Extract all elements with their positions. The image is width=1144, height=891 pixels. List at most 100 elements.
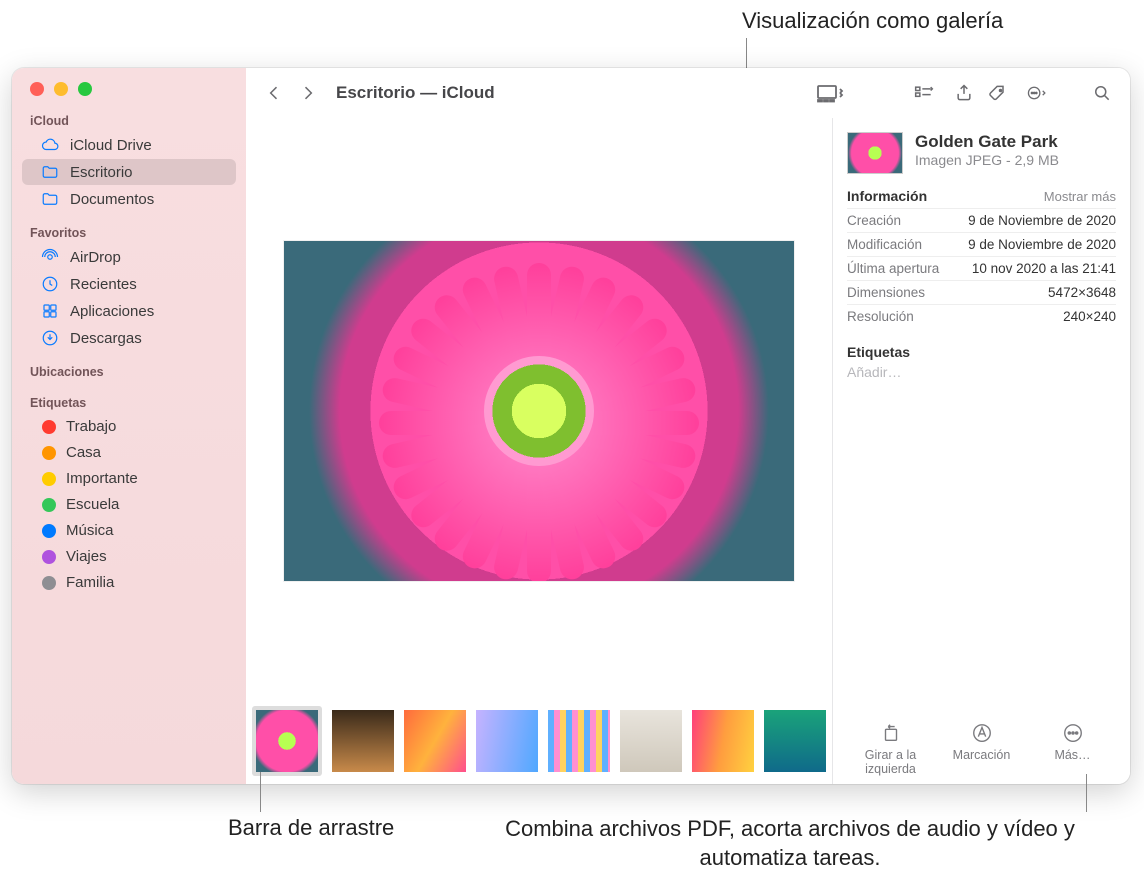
quick-action-label: Más… xyxy=(1054,748,1090,762)
sidebar-item-label: Trabajo xyxy=(66,418,116,435)
gallery-view-button[interactable] xyxy=(808,80,852,106)
callout-gallery-view: Visualización como galería xyxy=(742,8,1003,34)
content-row: // petals drawn after data load below Go… xyxy=(246,118,1130,784)
clock-icon xyxy=(40,275,60,293)
tag-dot-icon xyxy=(42,498,56,512)
tags-section-header: Etiquetas xyxy=(847,344,1116,360)
thumbnail[interactable] xyxy=(764,710,826,772)
share-button[interactable] xyxy=(950,80,978,106)
fullscreen-button[interactable] xyxy=(78,82,92,96)
sidebar-tag-viajes[interactable]: Viajes xyxy=(22,544,236,569)
info-value: 240×240 xyxy=(1063,309,1116,324)
inspector-panel: Golden Gate Park Imagen JPEG - 2,9 MB In… xyxy=(832,118,1130,784)
airdrop-icon xyxy=(40,248,60,266)
tag-dot-icon xyxy=(42,472,56,486)
info-row: Última apertura 10 nov 2020 a las 21:41 xyxy=(847,256,1116,280)
sidebar-item-label: Familia xyxy=(66,574,114,591)
download-icon xyxy=(40,329,60,347)
info-row: Dimensiones5472×3648 xyxy=(847,280,1116,304)
info-value: 5472×3648 xyxy=(1048,285,1116,300)
info-label: Información xyxy=(847,188,927,204)
sidebar-item-label: Aplicaciones xyxy=(70,303,154,320)
sidebar-item-documentos[interactable]: Documentos xyxy=(22,186,236,212)
sidebar-item-label: Recientes xyxy=(70,276,137,293)
thumbnail[interactable] xyxy=(404,710,466,772)
info-key: Creación xyxy=(847,213,901,228)
callout-line xyxy=(1086,774,1087,812)
info-key: Modificación xyxy=(847,237,922,252)
sidebar-item-icloud-drive[interactable]: iCloud Drive xyxy=(22,132,236,158)
info-row: Modificación9 de Noviembre de 2020 xyxy=(847,232,1116,256)
sidebar-tag-escuela[interactable]: Escuela xyxy=(22,492,236,517)
sidebar-item-airdrop[interactable]: AirDrop xyxy=(22,244,236,270)
markup-icon xyxy=(971,722,993,744)
info-row: Creación 9 de Noviembre de 2020 xyxy=(847,208,1116,232)
thumbnail[interactable] xyxy=(692,710,754,772)
tag-dot-icon xyxy=(42,576,56,590)
more-action[interactable]: Más… xyxy=(1029,722,1116,776)
sidebar-item-label: iCloud Drive xyxy=(70,137,152,154)
inspector-thumbnail xyxy=(847,132,903,174)
sidebar-tag-trabajo[interactable]: Trabajo xyxy=(22,414,236,439)
quick-action-label: Marcación xyxy=(953,748,1011,762)
thumbnail[interactable] xyxy=(548,710,610,772)
sidebar-tag-casa[interactable]: Casa xyxy=(22,440,236,465)
sidebar-header-locations: Ubicaciones xyxy=(12,361,246,382)
info-section-header: Información Mostrar más xyxy=(847,188,1116,204)
inspector-header: Golden Gate Park Imagen JPEG - 2,9 MB xyxy=(847,132,1116,174)
apps-icon xyxy=(40,302,60,320)
sidebar-item-label: Descargas xyxy=(70,330,142,347)
thumbnail-strip[interactable] xyxy=(246,704,832,784)
callout-scrub-bar: Barra de arrastre xyxy=(228,815,394,841)
forward-button[interactable] xyxy=(294,80,322,106)
more-actions-button[interactable] xyxy=(1018,80,1056,106)
more-icon xyxy=(1062,722,1084,744)
info-value: 10 nov 2020 a las 21:41 xyxy=(972,261,1116,276)
info-key: Última apertura xyxy=(847,261,939,276)
sidebar-item-escritorio[interactable]: Escritorio xyxy=(22,159,236,185)
sidebar-tag-música[interactable]: Música xyxy=(22,518,236,543)
tag-dot-icon xyxy=(42,550,56,564)
file-subtitle: Imagen JPEG - 2,9 MB xyxy=(915,152,1059,168)
show-more-link[interactable]: Mostrar más xyxy=(1044,189,1116,204)
sidebar-item-aplicaciones[interactable]: Aplicaciones xyxy=(22,298,236,324)
finder-window: iCloud iCloud Drive Escritorio Documento… xyxy=(12,68,1130,784)
tag-dot-icon xyxy=(42,446,56,460)
preview-image[interactable]: // petals drawn after data load below xyxy=(284,241,794,581)
sidebar-header-tags: Etiquetas xyxy=(12,392,246,413)
thumbnail[interactable] xyxy=(476,710,538,772)
callout-line xyxy=(260,772,261,812)
markup-action[interactable]: Marcación xyxy=(938,722,1025,776)
sidebar-item-label: Documentos xyxy=(70,191,154,208)
sidebar-header-favorites: Favoritos xyxy=(12,222,246,243)
close-button[interactable] xyxy=(30,82,44,96)
folder-icon xyxy=(40,163,60,181)
sidebar-tag-importante[interactable]: Importante xyxy=(22,466,236,491)
sidebar-item-label: Importante xyxy=(66,470,138,487)
sidebar-item-descargas[interactable]: Descargas xyxy=(22,325,236,351)
info-row: Resolución 240×240 xyxy=(847,304,1116,328)
back-button[interactable] xyxy=(260,80,288,106)
sidebar-item-label: Escritorio xyxy=(70,164,133,181)
minimize-button[interactable] xyxy=(54,82,68,96)
search-button[interactable] xyxy=(1088,80,1116,106)
tag-dot-icon xyxy=(42,420,56,434)
sidebar-item-recientes[interactable]: Recientes xyxy=(22,271,236,297)
sidebar-tag-familia[interactable]: Familia xyxy=(22,570,236,595)
group-by-button[interactable] xyxy=(904,80,944,106)
rotate-left-action[interactable]: Girar a la izquierda xyxy=(847,722,934,776)
thumbnail[interactable] xyxy=(332,710,394,772)
thumbnail[interactable] xyxy=(620,710,682,772)
info-value: 9 de Noviembre de 2020 xyxy=(968,213,1116,228)
folder-icon xyxy=(40,190,60,208)
sidebar-item-label: AirDrop xyxy=(70,249,121,266)
tags-add-field[interactable]: Añadir… xyxy=(847,364,1116,380)
rotate-left-icon xyxy=(880,722,902,744)
info-key: Resolución xyxy=(847,309,914,324)
sidebar-item-label: Música xyxy=(66,522,114,539)
thumbnail[interactable] xyxy=(252,706,322,776)
sidebar-item-label: Escuela xyxy=(66,496,119,513)
preview-area: // petals drawn after data load below xyxy=(246,118,832,704)
tags-button[interactable] xyxy=(984,80,1012,106)
preview-column: // petals drawn after data load below xyxy=(246,118,832,784)
